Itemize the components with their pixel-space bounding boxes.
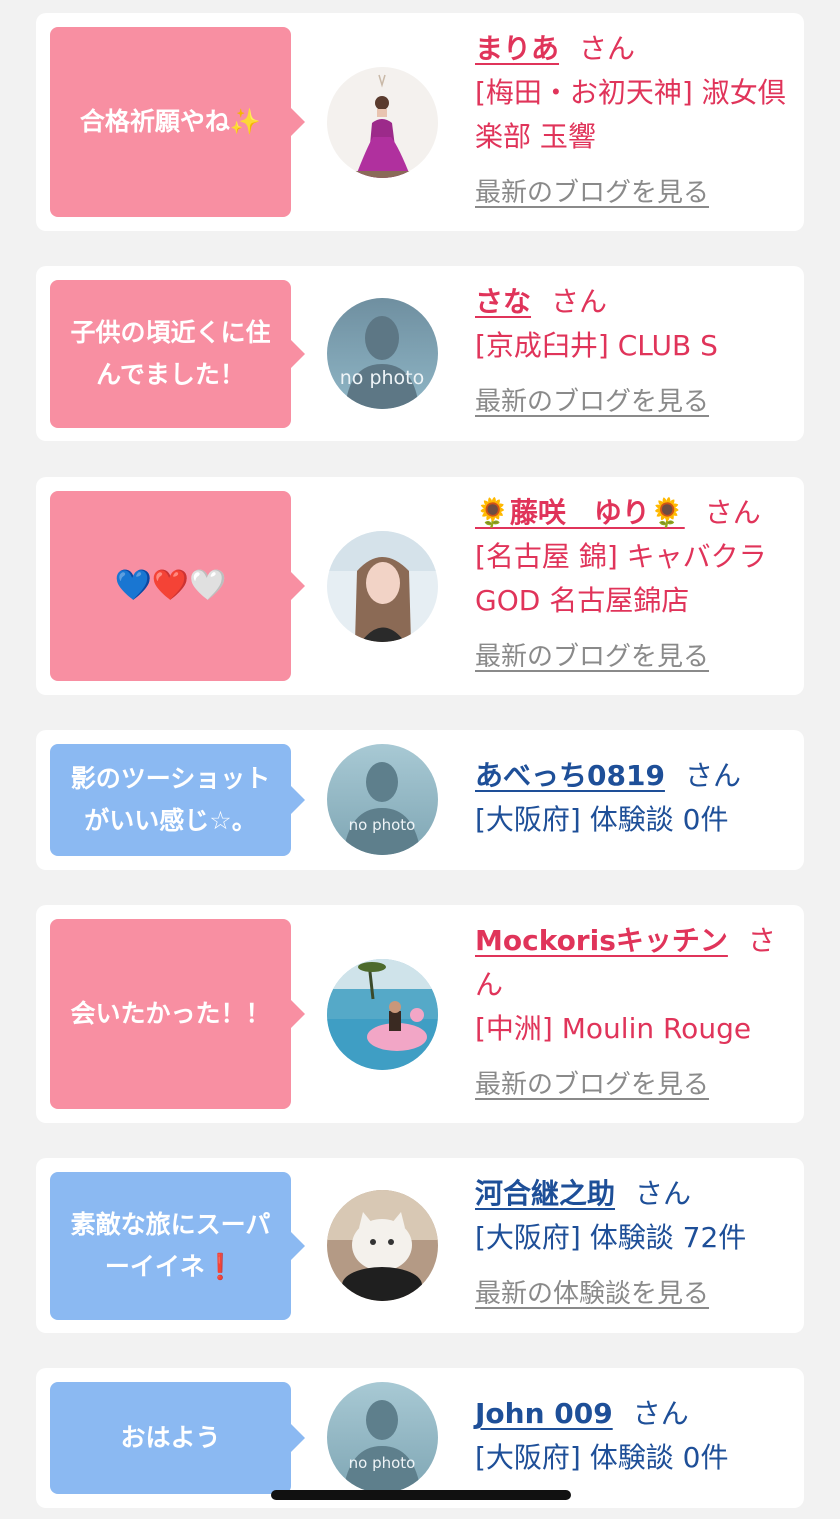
avatar[interactable]: no photo: [327, 744, 438, 855]
avatar[interactable]: no photo: [327, 1382, 438, 1493]
comment-card: 合格祈願やね✨ まりあ さん [梅田・お初天神] 淑女倶楽部 玉響 最新のブログを…: [36, 13, 804, 231]
user-info: Mockorisキッチン さん [中洲] Moulin Rouge 最新のブログを…: [475, 919, 795, 1107]
latest-blog-link[interactable]: 最新のブログを見る: [475, 635, 795, 679]
comment-bubble: 💙❤️🤍: [50, 491, 305, 681]
avatar[interactable]: no photo: [327, 298, 438, 409]
comment-card: 素敵な旅にスーパーイイネ❗️ 河合継之助 さん [大阪府] 体験談 72件 最新の…: [36, 1158, 804, 1333]
user-name-link[interactable]: あべっち0819: [475, 759, 665, 792]
no-photo-placeholder: no photo: [327, 1382, 438, 1493]
review-count: [大阪府] 体験談 72件: [475, 1221, 747, 1254]
comment-bubble: おはよう: [50, 1382, 305, 1494]
avatar[interactable]: [327, 1190, 438, 1301]
user-info: 🌻藤咲 ゆり🌻 さん [名古屋 錦] キャバクラ GOD 名古屋錦店 最新のブログ…: [475, 491, 795, 679]
latest-blog-link[interactable]: 最新のブログを見る: [475, 1063, 795, 1107]
comment-card: 子供の頃近くに住んでました！ no photo さな さん [京成臼井] CLUB…: [36, 266, 804, 441]
avatar[interactable]: [327, 67, 438, 178]
shop-name: [梅田・お初天神] 淑女倶楽部 玉響: [475, 76, 786, 153]
honorific: さん: [632, 1397, 689, 1430]
user-info: 河合継之助 さん [大阪府] 体験談 72件 最新の体験談を見る: [475, 1172, 795, 1316]
user-name-link[interactable]: Mockorisキッチン: [475, 924, 728, 957]
home-indicator[interactable]: [271, 1490, 571, 1500]
review-count: [大阪府] 体験談 0件: [475, 1441, 729, 1474]
comment-bubble: 素敵な旅にスーパーイイネ❗️: [50, 1172, 305, 1320]
shop-name: [中洲] Moulin Rouge: [475, 1012, 752, 1045]
comment-bubble: 影のツーショットがいい感じ☆。: [50, 744, 305, 856]
user-name-link[interactable]: まりあ: [475, 32, 559, 65]
comment-card: 💙❤️🤍 🌻藤咲 ゆり🌻 さん [名古屋 錦] キャバクラ GOD 名古屋錦店 最…: [36, 477, 804, 695]
user-name-link[interactable]: 河合継之助: [475, 1177, 615, 1210]
no-photo-placeholder: no photo: [327, 298, 438, 409]
review-count: [大阪府] 体験談 0件: [475, 803, 729, 836]
user-info: さな さん [京成臼井] CLUB S 最新のブログを見る: [475, 280, 795, 424]
comment-card: おはよう no photo John 009 さん [大阪府] 体験談 0件: [36, 1368, 804, 1508]
user-name-link[interactable]: John 009: [475, 1397, 613, 1430]
user-name-link[interactable]: 🌻藤咲 ゆり🌻: [475, 496, 685, 529]
honorific: さん: [684, 759, 741, 792]
latest-review-link[interactable]: 最新の体験談を見る: [475, 1272, 795, 1316]
no-photo-label: no photo: [349, 816, 416, 834]
comment-card: 会いたかった！！ Mockorisキッチン さん [中洲] Moulin Roug…: [36, 905, 804, 1123]
comment-bubble: 合格祈願やね✨: [50, 27, 305, 217]
no-photo-placeholder: no photo: [327, 744, 438, 855]
user-name-link[interactable]: さな: [475, 285, 531, 318]
user-info: あべっち0819 さん [大阪府] 体験談 0件: [475, 754, 795, 842]
user-info: まりあ さん [梅田・お初天神] 淑女倶楽部 玉響 最新のブログを見る: [475, 27, 795, 215]
no-photo-label: no photo: [349, 1454, 416, 1472]
latest-blog-link[interactable]: 最新のブログを見る: [475, 380, 795, 424]
no-photo-label: no photo: [340, 367, 425, 389]
honorific: さん: [704, 496, 761, 529]
honorific: さん: [579, 32, 636, 65]
comment-list: 合格祈願やね✨ まりあ さん [梅田・お初天神] 淑女倶楽部 玉響 最新のブログを…: [0, 0, 840, 1519]
shop-name: [名古屋 錦] キャバクラ GOD 名古屋錦店: [475, 540, 767, 617]
honorific: さん: [551, 285, 608, 318]
avatar[interactable]: [327, 959, 438, 1070]
user-info: John 009 さん [大阪府] 体験談 0件: [475, 1392, 795, 1480]
pool-flamingo-photo: [327, 959, 438, 1070]
comment-bubble: 子供の頃近くに住んでました！: [50, 280, 305, 428]
woman-purple-dress-photo: [327, 67, 438, 178]
comment-card: 影のツーショットがいい感じ☆。 no photo あべっち0819 さん [大阪府…: [36, 730, 804, 870]
cat-plush-photo: [327, 1190, 438, 1301]
woman-selfie-photo: [327, 531, 438, 642]
latest-blog-link[interactable]: 最新のブログを見る: [475, 171, 795, 215]
shop-name: [京成臼井] CLUB S: [475, 329, 718, 362]
avatar[interactable]: [327, 531, 438, 642]
honorific: さん: [635, 1177, 692, 1210]
comment-bubble: 会いたかった！！: [50, 919, 305, 1109]
